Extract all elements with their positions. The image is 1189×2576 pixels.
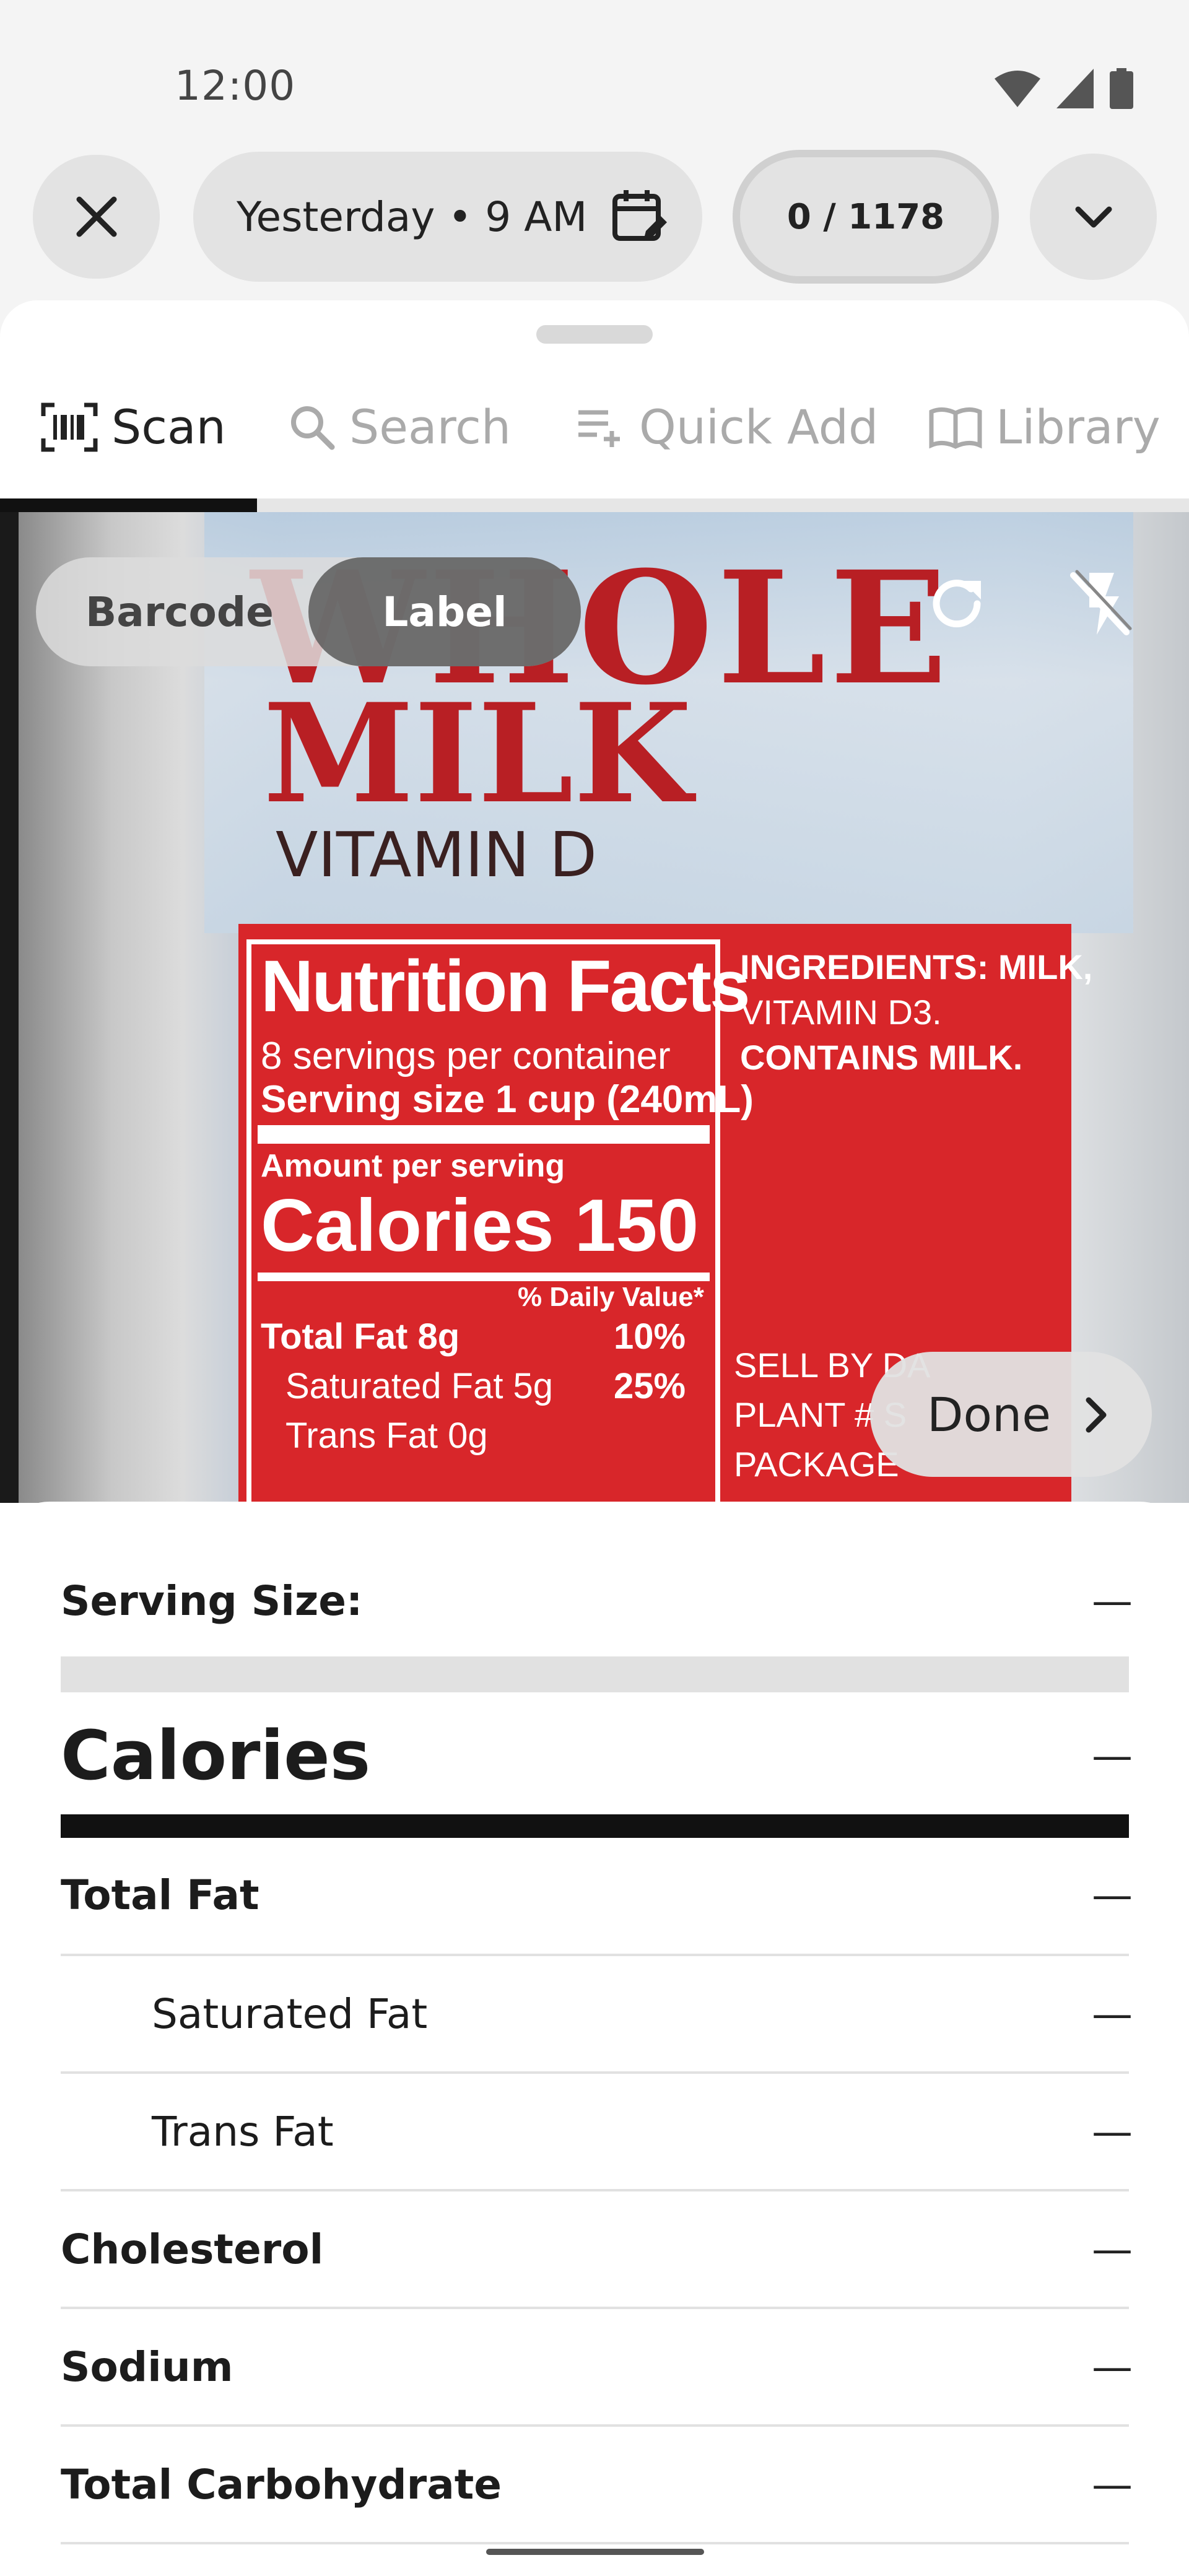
serving-size-label: Serving Size: (61, 1577, 363, 1625)
calories-label: Calories (61, 1716, 371, 1795)
label-nf-sat-fat: Saturated Fat 5g (285, 1366, 554, 1406)
label-nf-servings: 8 servings per container (261, 1035, 671, 1077)
label-nf-amount: Amount per serving (261, 1148, 565, 1184)
done-label: Done (927, 1386, 1051, 1442)
label-package: PACKAGE (734, 1445, 899, 1484)
tab-scan-label: Scan (111, 399, 226, 455)
signal-icon (1056, 69, 1094, 108)
row-divider (61, 1954, 1129, 1956)
nutrient-row-sodium[interactable]: Sodium — (61, 2333, 1133, 2401)
expand-button[interactable] (1030, 154, 1157, 280)
nutrient-row-trans-fat[interactable]: Trans Fat — (61, 2097, 1133, 2165)
product-text-milk: MILK (263, 673, 692, 833)
nutrient-value: — (1092, 2460, 1133, 2509)
label-nf-title: Nutrition Facts (261, 946, 751, 1027)
nutrient-row-total-fat[interactable]: Total Fat — (61, 1861, 1133, 1929)
label-ingredients-1: INGREDIENTS: MILK, (740, 947, 1093, 986)
wifi-icon (995, 71, 1040, 107)
chevron-down-icon (1075, 206, 1112, 228)
calendar-edit-icon (612, 190, 667, 241)
label-nf-total-fat: Total Fat 8g (261, 1316, 460, 1357)
status-time: 12:00 (175, 62, 296, 110)
playlist-add-icon (578, 410, 620, 447)
label-nf-trans-fat: Trans Fat 0g (285, 1416, 488, 1456)
nutrient-row-cholesterol[interactable]: Cholesterol — (61, 2215, 1133, 2283)
tab-scan[interactable]: Scan (41, 399, 226, 455)
label-nf-thick-bar (258, 1125, 710, 1144)
home-indicator[interactable] (486, 2549, 704, 2555)
battery-icon (1110, 68, 1133, 109)
label-nutrition-facts: Nutrition Facts 8 servings per container… (246, 939, 754, 1503)
nutrient-value: — (1092, 1871, 1133, 1919)
row-divider (61, 2542, 1129, 2544)
mode-label-option[interactable]: Label (308, 557, 581, 666)
tab-library[interactable]: Library (929, 399, 1161, 455)
tab-search[interactable]: Search (289, 399, 511, 455)
book-icon (929, 407, 982, 449)
refresh-button[interactable] (923, 570, 991, 638)
nutrient-label: Trans Fat (152, 2107, 334, 2156)
done-button[interactable]: Done (870, 1352, 1152, 1477)
row-divider (61, 2424, 1129, 2427)
nutrient-label: Cholesterol (61, 2225, 324, 2273)
tab-bar: Scan Search Quick Add Library (0, 372, 1189, 483)
scan-mode-toggle: Barcode Label (36, 557, 581, 666)
row-divider (61, 2307, 1129, 2309)
nutrient-value: — (1092, 2343, 1133, 2391)
status-icons (995, 67, 1133, 110)
product-text-vitamin: VITAMIN D (276, 819, 597, 891)
nutrient-label: Total Carbohydrate (61, 2460, 502, 2509)
tab-library-label: Library (996, 399, 1161, 455)
mode-barcode-option[interactable]: Barcode (85, 557, 274, 666)
label-nf-sat-fat-pct: 25% (614, 1366, 686, 1406)
serving-size-value: — (1092, 1577, 1133, 1625)
nutrient-label: Saturated Fat (152, 1990, 428, 2038)
nutrient-row-total-carbohydrate[interactable]: Total Carbohydrate — (61, 2450, 1133, 2518)
close-button[interactable] (33, 155, 160, 279)
nutrient-value: — (1092, 2107, 1133, 2156)
date-label: Yesterday • 9 AM (237, 193, 588, 241)
tab-indicator (0, 498, 257, 512)
label-nf-medium-bar (258, 1273, 710, 1281)
label-nf-daily-value: % Daily Value* (518, 1282, 704, 1312)
serving-divider (61, 1656, 1129, 1692)
nutrient-value: — (1092, 2225, 1133, 2273)
nutrient-value: — (1092, 1990, 1133, 2038)
label-nf-calories: Calories 150 (261, 1184, 699, 1267)
label-nf-serving-size: Serving size 1 cup (240mL) (261, 1078, 754, 1121)
chevron-right-icon (1086, 1397, 1107, 1433)
label-ingredients-2: VITAMIN D3. (740, 993, 942, 1032)
nutrient-row-saturated-fat[interactable]: Saturated Fat — (61, 1980, 1133, 2048)
close-icon (76, 196, 116, 237)
flash-toggle-button[interactable] (1062, 567, 1136, 641)
row-divider (61, 2071, 1129, 2074)
search-icon (291, 406, 335, 450)
tab-quick-add[interactable]: Quick Add (576, 399, 878, 455)
barcode-scan-icon (41, 402, 98, 451)
label-nf-total-fat-pct: 10% (614, 1316, 686, 1357)
calories-value: — (1092, 1731, 1133, 1780)
row-divider (61, 2189, 1129, 2191)
counter-label: 0 / 1178 (786, 196, 945, 237)
refresh-icon (933, 580, 981, 628)
calories-row[interactable]: Calories — (61, 1709, 1133, 1802)
label-ingredients-3: CONTAINS MILK. (740, 1038, 1023, 1077)
tab-search-label: Search (349, 399, 512, 455)
flash-off-icon (1070, 570, 1132, 635)
nutrient-label: Sodium (61, 2343, 233, 2391)
date-time-selector[interactable]: Yesterday • 9 AM (193, 152, 702, 282)
entry-counter[interactable]: 0 / 1178 (733, 150, 999, 284)
nutrient-label: Total Fat (61, 1871, 259, 1919)
serving-size-row[interactable]: Serving Size: — (61, 1567, 1133, 1635)
tab-quick-add-label: Quick Add (639, 399, 879, 455)
sheet-drag-handle[interactable] (536, 325, 653, 344)
calories-divider (61, 1814, 1129, 1838)
